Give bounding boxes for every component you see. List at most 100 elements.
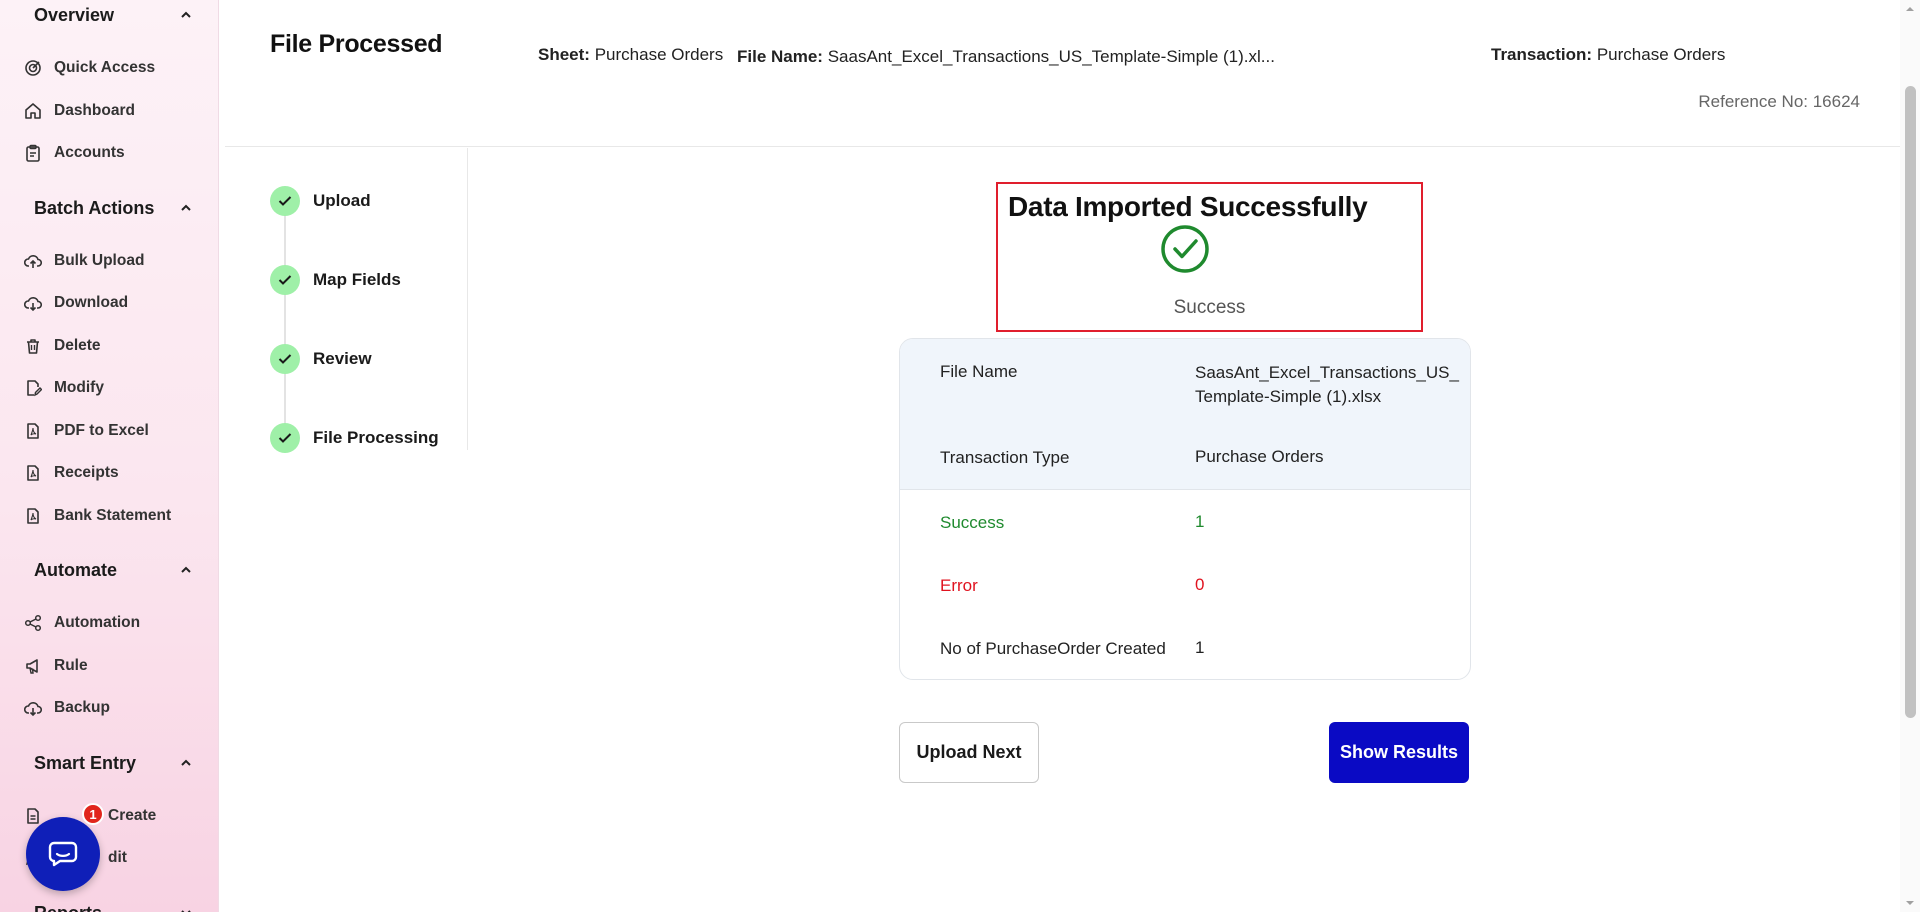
sidebar-item-label: Modify	[54, 379, 104, 396]
sidebar-item-delete[interactable]: Delete	[24, 332, 208, 360]
sidebar-item-automation[interactable]: Automation	[24, 609, 208, 637]
checkmark-icon	[278, 196, 292, 206]
sidebar-item-label: Bulk Upload	[54, 252, 145, 269]
section-title: Smart Entry	[34, 752, 137, 773]
section-title: Automate	[34, 559, 118, 580]
step-label: Review	[313, 349, 372, 368]
success-heading: Data Imported Successfully	[1008, 191, 1368, 222]
step-complete-indicator	[270, 186, 300, 216]
sidebar-item-label: Delete	[54, 337, 101, 354]
transaction-type-label: Transaction Type	[940, 448, 1070, 467]
file-name-value: SaasAnt_Excel_Transactions_US_Template-S…	[827, 47, 1275, 66]
checkmark-icon	[278, 275, 292, 285]
sidebar-item-label: dit	[108, 849, 127, 866]
sidebar-item-label: Download	[54, 294, 129, 311]
chevron-up-icon	[181, 11, 191, 18]
sidebar-item-quick-access[interactable]: Quick Access	[24, 54, 208, 82]
error-count-label: Error	[940, 576, 978, 595]
home-icon	[25, 103, 41, 119]
file-name-line: Template-Simple (1).xlsx	[1195, 387, 1382, 406]
success-count-label: Success	[940, 513, 1005, 532]
sidebar-item-label: Backup	[54, 699, 110, 716]
sidebar-item-pdf-to-excel[interactable]: PDF to Excel	[24, 417, 208, 445]
file-name-info: File Name: SaasAnt_Excel_Transactions_US…	[737, 47, 1275, 67]
sidebar-item-receipts[interactable]: Receipts	[24, 459, 208, 487]
chat-launcher-button[interactable]	[26, 817, 100, 891]
transaction-value: Purchase Orders	[1596, 45, 1726, 64]
step-map-fields: Map Fields	[270, 265, 401, 295]
cloud-upload-icon	[24, 255, 42, 268]
megaphone-icon	[26, 659, 38, 674]
stepper-connector	[284, 193, 286, 427]
step-label: File Processing	[313, 428, 439, 447]
sidebar-item-label: Automation	[54, 614, 141, 631]
section-smart-entry[interactable]: Smart Entry	[34, 749, 192, 777]
edit-file-icon	[27, 380, 42, 397]
transaction-info: Transaction: Purchase Orders	[1491, 45, 1725, 65]
progress-stepper: Upload Map Fields Review File Processing	[225, 148, 468, 453]
section-reports[interactable]: Reports	[34, 899, 192, 912]
success-count-value: 1	[1195, 512, 1205, 531]
page-title: File Processed	[270, 30, 443, 58]
file-name-label: File Name:	[737, 47, 823, 66]
scroll-up-arrow-icon[interactable]	[1905, 4, 1915, 14]
upload-next-button[interactable]: Upload Next	[899, 722, 1039, 783]
sidebar-item-label: Accounts	[54, 144, 125, 161]
file-name-row-label: File Name	[940, 362, 1018, 381]
reference-number: Reference No: 16624	[1698, 92, 1860, 111]
chevron-up-icon	[181, 759, 191, 766]
sidebar-item-bank-statement[interactable]: Bank Statement	[24, 502, 208, 530]
sheet-info: Sheet: Purchase Orders	[538, 45, 723, 65]
page-header: File Processed Sheet: Purchase Orders Fi…	[225, 0, 1900, 147]
scroll-down-arrow-icon[interactable]	[1905, 898, 1915, 908]
checkmark-icon	[278, 433, 292, 443]
step-upload: Upload	[270, 186, 371, 216]
sidebar-item-rule[interactable]: Rule	[24, 652, 208, 680]
created-count-value: 1	[1195, 638, 1205, 657]
sidebar-item-label: Quick Access	[54, 59, 156, 76]
document-icon	[27, 808, 39, 824]
chevron-up-icon	[181, 566, 191, 573]
sidebar-item-backup[interactable]: Backup	[24, 694, 208, 722]
clipboard-icon	[26, 144, 40, 162]
section-title: Reports	[34, 903, 102, 912]
section-title: Batch Actions	[34, 197, 155, 218]
sidebar: Overview Quick Access Dashboard Accounts…	[0, 0, 219, 912]
scrollbar-thumb[interactable]	[1905, 86, 1916, 718]
cloud-download-icon	[24, 702, 42, 717]
sidebar-item-bulk-upload[interactable]: Bulk Upload	[24, 247, 208, 275]
page-scrollbar[interactable]	[1900, 0, 1920, 912]
sidebar-item-accounts[interactable]: Accounts	[24, 139, 208, 167]
chevron-up-icon	[181, 204, 191, 211]
sidebar-item-label: Rule	[54, 657, 88, 674]
file-name-row-value: SaasAnt_Excel_Transactions_US_ Template-…	[1195, 361, 1459, 409]
sidebar-item-label: Dashboard	[54, 102, 135, 119]
show-results-button[interactable]: Show Results	[1329, 722, 1469, 783]
file-name-line: SaasAnt_Excel_Transactions_US_	[1195, 363, 1459, 382]
created-count-label: No of PurchaseOrder Created	[940, 639, 1166, 658]
transaction-label: Transaction:	[1491, 45, 1593, 64]
checkmark-icon	[278, 354, 292, 364]
sidebar-item-download[interactable]: Download	[24, 289, 208, 317]
section-batch-actions[interactable]: Batch Actions	[34, 194, 192, 222]
sheet-label: Sheet:	[538, 45, 590, 64]
sidebar-item-label: Receipts	[54, 464, 119, 481]
sidebar-item-modify[interactable]: Modify	[24, 374, 208, 402]
section-automate[interactable]: Automate	[34, 556, 192, 584]
section-overview[interactable]: Overview	[34, 1, 192, 29]
pdf-file-icon	[27, 508, 39, 524]
sidebar-item-label: Create	[108, 807, 157, 824]
sheet-value: Purchase Orders	[594, 45, 724, 64]
notification-badge: 1	[82, 803, 104, 825]
step-complete-indicator	[270, 423, 300, 453]
receipt-icon	[27, 465, 39, 481]
import-success-panel: Data Imported Successfully Success	[996, 182, 1423, 332]
sidebar-item-label: PDF to Excel	[54, 422, 149, 439]
trash-icon	[27, 339, 39, 354]
step-complete-indicator	[270, 265, 300, 295]
pdf-file-icon	[27, 423, 39, 439]
step-label: Map Fields	[313, 270, 401, 289]
sidebar-item-dashboard[interactable]: Dashboard	[24, 97, 208, 125]
chat-bubble-icon	[48, 841, 78, 867]
step-file-processing: File Processing	[270, 423, 439, 453]
